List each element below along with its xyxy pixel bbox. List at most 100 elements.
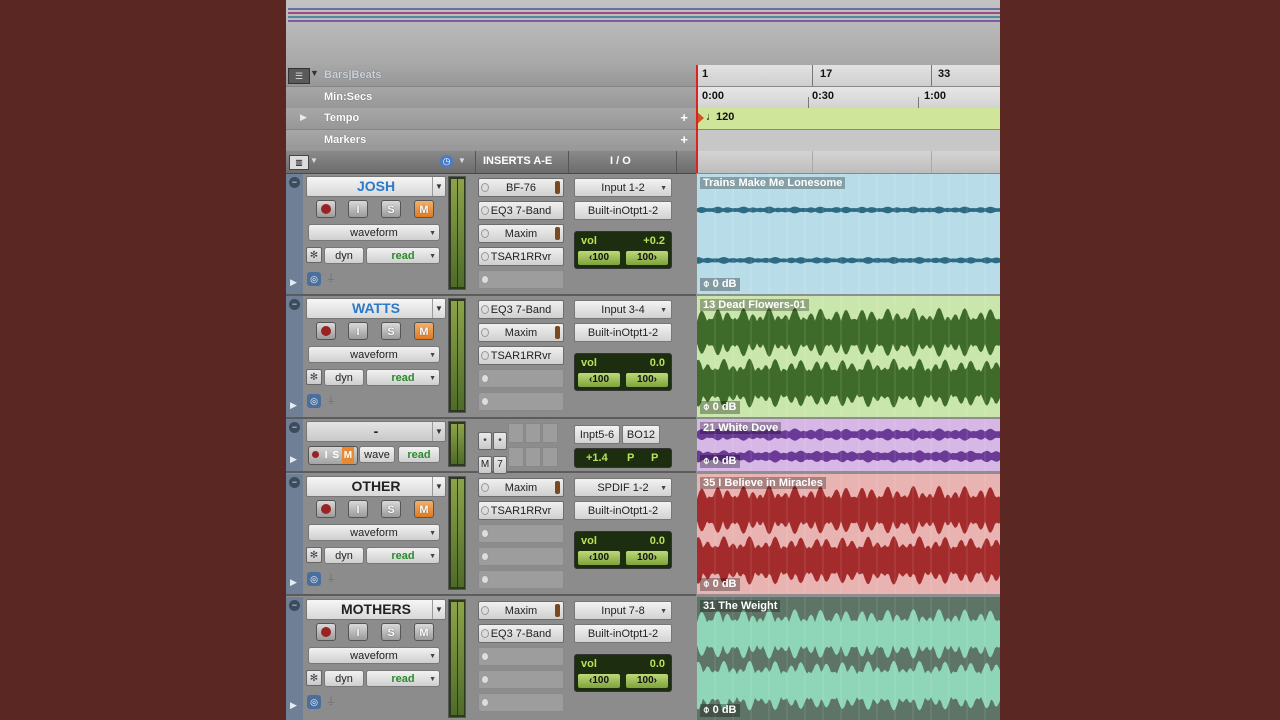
collapse-icon[interactable]: − (289, 422, 300, 433)
track-name[interactable]: MOTHERS ▼ (306, 599, 446, 620)
io-column-header[interactable]: I / O (610, 155, 631, 167)
pan-right[interactable]: 100› (626, 251, 668, 265)
playlist-icon[interactable]: ◎ (307, 695, 321, 709)
chevron-down-icon[interactable]: ▼ (432, 299, 445, 318)
output-selector[interactable]: BO12 (622, 425, 660, 444)
track-view-selector[interactable]: waveform ▼ (308, 647, 440, 664)
insert-slot-e[interactable] (478, 693, 564, 712)
chevron-down-icon[interactable]: ▼ (432, 477, 445, 496)
record-arm-button[interactable] (316, 322, 336, 340)
clip-gain[interactable]: ⌽ 0 dB (700, 704, 740, 717)
track-list-icon[interactable]: ▥ (289, 155, 309, 170)
insert-slot-c[interactable] (478, 524, 564, 543)
input-monitor-button[interactable]: I (348, 500, 368, 518)
audio-clip[interactable]: Trains Make Me Lonesome ⌽ 0 dB (697, 174, 1000, 294)
mute-button[interactable]: M (414, 500, 434, 518)
insert-slot-e[interactable] (478, 570, 564, 589)
automation-mode-button[interactable]: dyn (324, 547, 364, 564)
track-view-selector[interactable]: wave (359, 446, 395, 463)
collapse-icon[interactable]: − (289, 299, 300, 310)
expand-triangle-icon[interactable]: ▶ (300, 112, 307, 123)
chevron-down-icon[interactable]: ▼ (432, 422, 445, 441)
insert-slot-a[interactable]: EQ3 7-Band (478, 300, 564, 319)
track-selector[interactable]: − ▶ (286, 296, 303, 417)
output-selector[interactable]: Built-inOtpt1-2 (574, 323, 672, 342)
insert-slot-a[interactable]: Maxim (478, 601, 564, 620)
input-selector[interactable]: Inpt5-6 (574, 425, 620, 444)
input-selector[interactable]: Input 1-2 ▼ (574, 178, 672, 197)
snowflake-icon[interactable]: ✻ (306, 670, 322, 686)
input-monitor-button[interactable]: I (348, 200, 368, 218)
clip-gain[interactable]: ⌽ 0 dB (700, 455, 740, 468)
insert-slot-b[interactable]: EQ3 7-Band (478, 624, 564, 643)
min-secs-timeline[interactable]: 0:00 0:30 1:00 (696, 87, 1000, 109)
collapse-icon[interactable]: − (289, 177, 300, 188)
expand-triangle-icon[interactable]: ▶ (290, 454, 297, 465)
volume-value[interactable]: 0.0 (650, 535, 665, 547)
automation-state-selector[interactable]: read ▼ (366, 247, 440, 264)
pan-right[interactable]: 100› (626, 551, 668, 565)
pan-right[interactable]: P (651, 449, 658, 467)
pan-left[interactable]: ‹100 (578, 251, 620, 265)
clock-icon[interactable]: ◷ (440, 155, 453, 168)
bars-beats-ruler[interactable]: ☰ ▼ Bars|Beats (286, 65, 696, 87)
input-monitor-button[interactable]: I (325, 450, 328, 461)
volume-pan-display[interactable]: +1.4 P P (574, 448, 672, 468)
automation-mode-button[interactable]: dyn (324, 369, 364, 386)
track-selector[interactable]: − ▶ (286, 174, 303, 294)
expand-triangle-icon[interactable]: ▶ (290, 277, 297, 288)
record-arm-button[interactable] (312, 451, 319, 458)
track-view-selector[interactable]: waveform ▼ (308, 524, 440, 541)
automation-mode-button[interactable]: dyn (324, 247, 364, 264)
markers-ruler[interactable]: Markers + (286, 130, 696, 152)
mute-button[interactable]: M (414, 322, 434, 340)
ruler-options-icon[interactable]: ☰ (288, 68, 310, 84)
mute-button[interactable]: M (414, 200, 434, 218)
collapse-icon[interactable]: − (289, 477, 300, 488)
pan-left[interactable]: ‹100 (578, 674, 620, 688)
expand-triangle-icon[interactable]: ▶ (290, 700, 297, 711)
add-tempo-icon[interactable]: + (680, 110, 688, 125)
audio-clip[interactable]: 35 I Believe in Miracles ⌽ 0 dB (697, 474, 1000, 594)
volume-pan-display[interactable]: vol 0.0 ‹100 100› (574, 531, 672, 569)
playlist-icon[interactable]: ◎ (307, 272, 321, 286)
input-monitor-button[interactable]: I (348, 623, 368, 641)
insert-slot-e[interactable] (478, 392, 564, 411)
input-selector[interactable]: Input 7-8 ▼ (574, 601, 672, 620)
solo-button[interactable]: S (381, 623, 401, 641)
automation-state-selector[interactable]: read ▼ (366, 670, 440, 687)
expand-triangle-icon[interactable]: ▶ (290, 400, 297, 411)
output-selector[interactable]: Built-inOtpt1-2 (574, 501, 672, 520)
collapse-icon[interactable]: − (289, 600, 300, 611)
mute-button[interactable]: M (341, 447, 355, 464)
input-selector[interactable]: Input 3-4 ▼ (574, 300, 672, 319)
expand-triangle-icon[interactable]: ▶ (290, 577, 297, 588)
snowflake-icon[interactable]: ✻ (306, 369, 322, 385)
track-name[interactable]: JOSH ▼ (306, 176, 446, 197)
track-selector[interactable]: − ▶ (286, 597, 303, 720)
insert-slot-e[interactable] (478, 270, 564, 289)
automation-state-selector[interactable]: read ▼ (366, 547, 440, 564)
volume-value[interactable]: 0.0 (650, 658, 665, 670)
track-selector[interactable]: − ▶ (286, 474, 303, 594)
automation-mode-button[interactable]: dyn (324, 670, 364, 687)
insert-slot-b[interactable]: Maxim (478, 323, 564, 342)
mini-send-slot[interactable]: 7 (493, 456, 507, 474)
clip-gain[interactable]: ⌽ 0 dB (700, 401, 740, 414)
insert-slot-b[interactable]: TSAR1RRvr (478, 501, 564, 520)
insert-slot-a[interactable]: BF-76 (478, 178, 564, 197)
chevron-down-icon[interactable]: ▼ (310, 68, 319, 78)
volume-value[interactable]: +0.2 (643, 235, 665, 247)
insert-slot-d[interactable] (478, 670, 564, 689)
audio-clip[interactable]: 31 The Weight ⌽ 0 dB (697, 597, 1000, 720)
insert-slot-d[interactable] (478, 369, 564, 388)
clip-gain[interactable]: ⌽ 0 dB (700, 578, 740, 591)
output-selector[interactable]: Built-inOtpt1-2 (574, 624, 672, 643)
snowflake-icon[interactable]: ✻ (306, 247, 322, 263)
solo-button[interactable]: S (381, 500, 401, 518)
volume-pan-display[interactable]: vol 0.0 ‹100 100› (574, 353, 672, 391)
automation-state-selector[interactable]: read (398, 446, 440, 463)
track-selector[interactable]: − ▶ (286, 419, 303, 471)
mute-button[interactable]: M (414, 623, 434, 641)
audio-clip[interactable]: 21 White Dove ⌽ 0 dB (697, 419, 1000, 471)
